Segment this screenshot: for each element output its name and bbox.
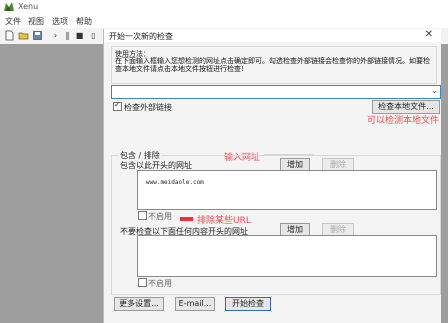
play-icon[interactable]: › <box>50 30 61 41</box>
pause-icon[interactable]: ‖ <box>62 30 73 41</box>
checkmark-icon: ✓ <box>114 100 121 109</box>
check-external-label: 检查外部链接 <box>124 103 172 112</box>
email-button[interactable]: E-mail... <box>175 297 215 311</box>
menu-bar: 文件 视图 选项 帮助 <box>0 14 448 28</box>
new-file-icon[interactable] <box>4 30 15 41</box>
app-title: Xenu <box>18 2 39 11</box>
include-list-item[interactable]: www.meidaole.com <box>146 179 204 186</box>
exclude-disable-checkbox[interactable] <box>138 278 147 287</box>
menu-file[interactable]: 文件 <box>5 16 21 27</box>
include-list[interactable]: www.meidaole.com <box>137 170 437 210</box>
workspace-area <box>0 44 103 323</box>
usage-box: 使用方法： 在下面输入框输入您想检测的网址点击确定即可。勾选检查外部链接会检查你… <box>111 46 437 84</box>
annotation-exclude-url: 排除某些URL <box>197 216 251 226</box>
url-input[interactable]: ⌄ <box>111 85 441 99</box>
usage-text: 在下面输入框输入您想检测的网址点击确定即可。勾选检查外部链接会检查你的外部链接情… <box>115 57 430 73</box>
annotation-marker <box>180 217 193 221</box>
app-title-bar: Xenu <box>0 0 448 14</box>
include-disable-checkbox[interactable] <box>138 211 147 220</box>
save-icon[interactable] <box>32 30 43 41</box>
menu-help[interactable]: 帮助 <box>76 16 92 27</box>
properties-icon[interactable]: ▯ <box>88 30 99 41</box>
workspace-area-right <box>440 44 448 323</box>
new-check-dialog: 开始一次新的检查 ✕ 使用方法： 在下面输入框输入您想检测的网址点击确定即可。勾… <box>103 29 441 323</box>
more-settings-button[interactable]: 更多设置... <box>114 297 164 311</box>
stop-icon[interactable]: ■ <box>74 30 85 41</box>
menu-view[interactable]: 视图 <box>28 16 44 27</box>
exclude-list[interactable] <box>137 235 437 277</box>
menu-options[interactable]: 选项 <box>52 16 68 27</box>
close-icon[interactable]: ✕ <box>425 29 433 40</box>
chevron-down-icon[interactable]: ⌄ <box>431 86 438 95</box>
exclude-disable-label: 不启用 <box>148 279 172 288</box>
start-check-button[interactable]: 开始检查 <box>225 297 271 311</box>
open-folder-icon[interactable] <box>18 30 29 41</box>
dialog-title-bar: 开始一次新的检查 ✕ <box>104 29 441 42</box>
check-external-checkbox[interactable]: ✓ <box>113 100 122 111</box>
annotation-local-files: 可以检测本地文件 <box>367 116 440 126</box>
xenu-logo-icon <box>4 2 14 11</box>
check-local-files-button[interactable]: 检查本地文件... <box>372 100 440 114</box>
include-disable-label: 不启用 <box>148 212 172 221</box>
dialog-title: 开始一次新的检查 <box>109 32 173 41</box>
